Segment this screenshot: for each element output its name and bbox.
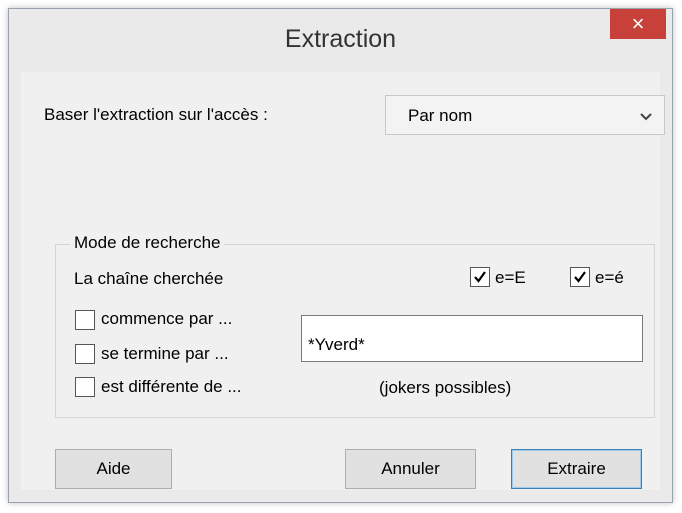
accent-insensitive-label: e=é <box>595 268 624 287</box>
ends-with-label: se termine par ... <box>101 344 229 363</box>
dialog-content: Baser l'extraction sur l'accès : Par nom… <box>21 72 665 490</box>
access-select-value: Par nom <box>408 106 473 125</box>
starts-with-checkbox[interactable] <box>75 310 95 330</box>
searched-string-label: La chaîne cherchée <box>74 269 224 288</box>
group-title: Mode de recherche <box>70 233 225 253</box>
help-button[interactable]: Aide <box>55 449 172 489</box>
access-select[interactable]: Par nom <box>385 95 665 135</box>
search-string-input[interactable] <box>301 315 643 362</box>
extraction-dialog: Extraction × Baser l'extraction sur l'ac… <box>8 8 673 503</box>
checkmark-icon <box>474 271 486 283</box>
ends-with-checkbox[interactable] <box>75 344 95 364</box>
differs-from-checkbox[interactable] <box>75 377 95 397</box>
jokers-hint: (jokers possibles) <box>379 378 512 397</box>
chevron-down-icon <box>640 109 652 127</box>
close-icon: × <box>631 11 645 36</box>
case-insensitive-checkbox[interactable] <box>470 267 490 287</box>
base-label: Baser l'extraction sur l'accès : <box>44 105 268 124</box>
starts-with-label: commence par ... <box>101 309 233 328</box>
differs-from-label: est différente de ... <box>101 377 242 396</box>
close-button[interactable]: × <box>610 9 666 39</box>
window-title: Extraction <box>284 25 397 53</box>
accent-insensitive-checkbox[interactable] <box>570 267 590 287</box>
checkmark-icon <box>574 271 586 283</box>
case-insensitive-label: e=E <box>495 268 526 287</box>
extract-button[interactable]: Extraire <box>511 449 642 489</box>
cancel-button[interactable]: Annuler <box>345 449 476 489</box>
title-bar[interactable]: Extraction × <box>9 9 672 72</box>
